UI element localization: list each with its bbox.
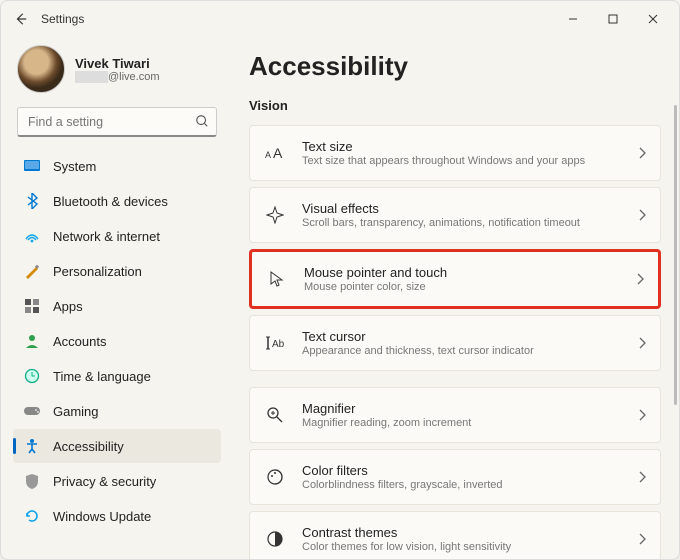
tile-title: Magnifier: [302, 401, 638, 416]
nav-label: Apps: [53, 299, 83, 314]
tile-title: Visual effects: [302, 201, 638, 216]
search-box[interactable]: [17, 107, 217, 137]
chevron-right-icon: [638, 337, 646, 349]
text-cursor-icon: Ab: [264, 332, 286, 354]
tile-sub: Color themes for low vision, light sensi…: [302, 541, 638, 553]
sidebar-item-time[interactable]: Time & language: [13, 359, 221, 393]
update-icon: [23, 507, 41, 525]
svg-text:A: A: [265, 150, 271, 160]
visual-effects-icon: [264, 204, 286, 226]
sidebar-item-accessibility[interactable]: Accessibility: [13, 429, 221, 463]
chevron-right-icon: [638, 147, 646, 159]
maximize-icon: [608, 14, 618, 24]
scrollbar[interactable]: [674, 105, 677, 405]
chevron-right-icon: [638, 533, 646, 545]
text-size-icon: AA: [264, 142, 286, 164]
back-arrow-icon: [14, 12, 28, 26]
nav-list: System Bluetooth & devices Network & int…: [13, 149, 221, 533]
search-input[interactable]: [17, 107, 217, 137]
avatar: [17, 45, 65, 93]
sidebar-item-personalization[interactable]: Personalization: [13, 254, 221, 288]
network-icon: [23, 227, 41, 245]
tile-title: Color filters: [302, 463, 638, 478]
sidebar-item-apps[interactable]: Apps: [13, 289, 221, 323]
page-title: Accessibility: [249, 51, 661, 82]
minimize-button[interactable]: [553, 5, 593, 33]
chevron-right-icon: [638, 471, 646, 483]
tile-title: Text cursor: [302, 329, 638, 344]
nav-label: Privacy & security: [53, 474, 156, 489]
sidebar: Vivek Tiwari xxxxxx@live.com System Blue…: [1, 37, 231, 559]
tile-sub: Appearance and thickness, text cursor in…: [302, 345, 638, 357]
system-icon: [23, 157, 41, 175]
tile-sub: Colorblindness filters, grayscale, inver…: [302, 479, 638, 491]
time-icon: [23, 367, 41, 385]
magnifier-icon: [264, 404, 286, 426]
svg-text:A: A: [273, 145, 283, 161]
tile-contrast-themes[interactable]: Contrast themesColor themes for low visi…: [249, 511, 661, 559]
nav-label: Gaming: [53, 404, 99, 419]
tile-sub: Mouse pointer color, size: [304, 281, 636, 293]
tile-magnifier[interactable]: MagnifierMagnifier reading, zoom increme…: [249, 387, 661, 443]
profile-email: xxxxxx@live.com: [75, 71, 160, 83]
tile-sub: Scroll bars, transparency, animations, n…: [302, 217, 638, 229]
profile-section[interactable]: Vivek Tiwari xxxxxx@live.com: [17, 45, 217, 93]
close-button[interactable]: [633, 5, 673, 33]
nav-label: Network & internet: [53, 229, 160, 244]
nav-label: Windows Update: [53, 509, 151, 524]
app-title: Settings: [41, 12, 84, 26]
tile-title: Contrast themes: [302, 525, 638, 540]
search-icon: [195, 114, 209, 128]
sidebar-item-gaming[interactable]: Gaming: [13, 394, 221, 428]
tile-sub: Text size that appears throughout Window…: [302, 155, 638, 167]
contrast-icon: [264, 528, 286, 550]
section-header: Vision: [249, 98, 661, 113]
apps-icon: [23, 297, 41, 315]
tile-color-filters[interactable]: Color filtersColorblindness filters, gra…: [249, 449, 661, 505]
titlebar: Settings: [1, 1, 679, 37]
nav-label: Personalization: [53, 264, 142, 279]
back-button[interactable]: [7, 5, 35, 33]
chevron-right-icon: [638, 409, 646, 421]
maximize-button[interactable]: [593, 5, 633, 33]
color-filters-icon: [264, 466, 286, 488]
tile-mouse-pointer[interactable]: Mouse pointer and touchMouse pointer col…: [249, 249, 661, 309]
tile-visual-effects[interactable]: Visual effectsScroll bars, transparency,…: [249, 187, 661, 243]
nav-label: Accounts: [53, 334, 106, 349]
settings-window: Settings Vivek Tiwari xxxxxx@live.com Sy…: [0, 0, 680, 560]
minimize-icon: [568, 14, 578, 24]
tile-text-size[interactable]: AA Text sizeText size that appears throu…: [249, 125, 661, 181]
bluetooth-icon: [23, 192, 41, 210]
chevron-right-icon: [638, 209, 646, 221]
personalization-icon: [23, 262, 41, 280]
mouse-pointer-icon: [266, 268, 288, 290]
tile-text-cursor[interactable]: Ab Text cursorAppearance and thickness, …: [249, 315, 661, 371]
sidebar-item-bluetooth[interactable]: Bluetooth & devices: [13, 184, 221, 218]
accounts-icon: [23, 332, 41, 350]
sidebar-item-update[interactable]: Windows Update: [13, 499, 221, 533]
nav-label: Bluetooth & devices: [53, 194, 168, 209]
svg-text:Ab: Ab: [272, 339, 285, 350]
sidebar-item-accounts[interactable]: Accounts: [13, 324, 221, 358]
nav-label: System: [53, 159, 96, 174]
profile-name: Vivek Tiwari: [75, 56, 160, 71]
sidebar-item-privacy[interactable]: Privacy & security: [13, 464, 221, 498]
close-icon: [648, 14, 658, 24]
accessibility-icon: [23, 437, 41, 455]
sidebar-item-system[interactable]: System: [13, 149, 221, 183]
tile-sub: Magnifier reading, zoom increment: [302, 417, 638, 429]
gaming-icon: [23, 402, 41, 420]
nav-label: Time & language: [53, 369, 151, 384]
sidebar-item-network[interactable]: Network & internet: [13, 219, 221, 253]
privacy-icon: [23, 472, 41, 490]
main-content: Accessibility Vision AA Text sizeText si…: [231, 37, 679, 559]
nav-label: Accessibility: [53, 439, 124, 454]
tile-title: Text size: [302, 139, 638, 154]
tile-title: Mouse pointer and touch: [304, 265, 636, 280]
chevron-right-icon: [636, 273, 644, 285]
